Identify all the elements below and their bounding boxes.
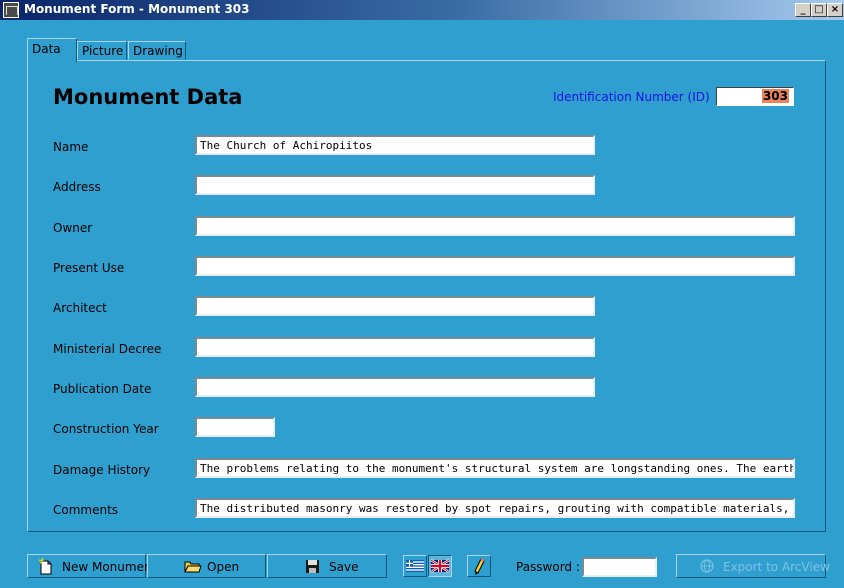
address-field[interactable] [195,175,595,195]
name-field[interactable]: The Church of Achiropiitos [195,135,595,155]
export-arcview-button[interactable]: Export to ArcView [676,554,830,578]
architect-label: Architect [53,301,107,315]
construction-year-field[interactable] [195,417,275,437]
minimize-button[interactable]: _ [795,3,811,17]
comments-field[interactable]: The distributed masonry was restored by … [195,498,795,518]
folder-icon [184,561,202,573]
tab-data[interactable]: Data [27,38,77,62]
greek-language-button[interactable] [403,555,427,577]
ministerial-decree-field[interactable] [195,337,595,357]
construction-year-label: Construction Year [53,422,159,436]
architect-field[interactable] [195,296,595,316]
publication-date-field[interactable] [195,377,595,397]
password-label: Password : [516,560,580,574]
new-monument-label: New Monument [62,560,157,574]
save-button[interactable]: Save [267,554,387,578]
maximize-button[interactable]: □ [811,3,827,17]
new-document-icon [38,558,52,575]
export-arcview-label: Export to ArcView [723,560,830,574]
owner-label: Owner [53,221,93,235]
damage-history-label: Damage History [53,463,151,477]
save-label: Save [329,560,359,574]
edit-button[interactable] [467,555,491,577]
window-title: Monument Form - Monument 303 [24,2,250,16]
owner-field[interactable] [195,216,795,236]
pencil-icon [474,558,485,575]
ministerial-decree-label: Ministerial Decree [53,342,162,356]
present-use-field[interactable] [195,256,795,276]
id-label: Identification Number (ID) [553,90,710,104]
id-value: 303 [761,89,789,103]
id-field[interactable]: 303 [716,87,794,106]
address-label: Address [53,180,101,194]
uk-flag-icon [430,559,450,573]
page-title: Monument Data [53,85,243,109]
password-field[interactable] [582,557,657,577]
title-bar: Monument Form - Monument 303 _ □ × [0,0,844,20]
damage-history-field[interactable]: The problems relating to the monument's … [195,458,795,478]
globe-icon [700,559,714,573]
open-label: Open [207,560,240,574]
comments-label: Comments [53,503,119,517]
app-icon[interactable] [3,2,19,18]
tab-drawing[interactable]: Drawing [128,41,186,60]
close-button[interactable]: × [827,3,843,17]
open-button[interactable]: Open [147,554,266,578]
present-use-label: Present Use [53,261,125,275]
name-label: Name [53,140,89,154]
publication-date-label: Publication Date [53,382,152,396]
tab-picture[interactable]: Picture [77,41,127,60]
greek-flag-icon [406,560,424,572]
new-monument-button[interactable]: New Monument [27,554,156,578]
english-language-button[interactable] [428,555,452,577]
floppy-disk-icon [306,560,319,573]
